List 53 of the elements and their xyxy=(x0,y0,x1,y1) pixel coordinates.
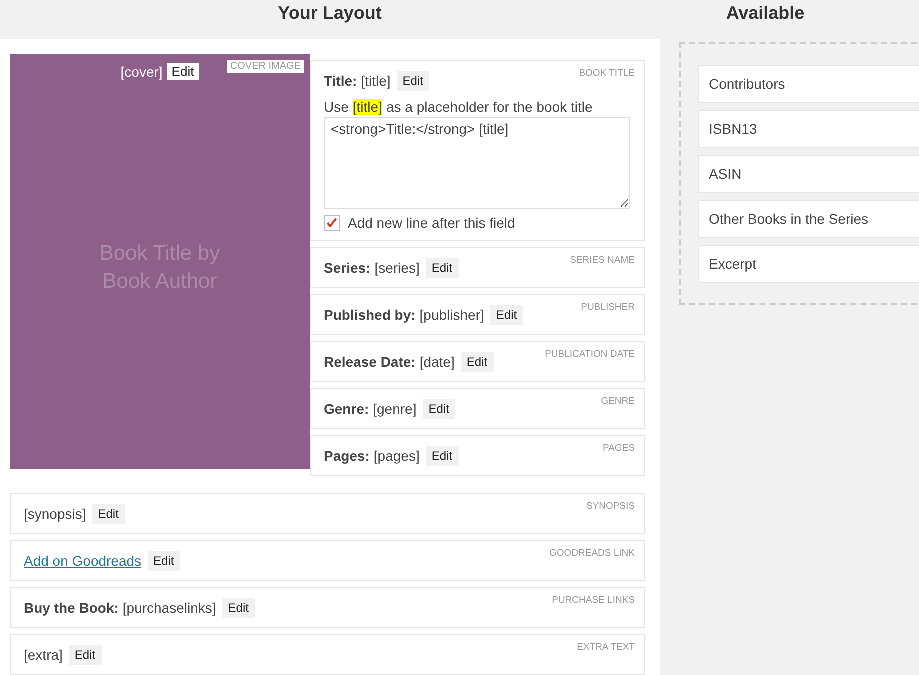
checkbox[interactable] xyxy=(324,215,340,231)
edit-button[interactable]: Edit xyxy=(426,446,459,466)
field-shortcode: [purchaselinks] xyxy=(122,600,216,616)
field-type-label: SYNOPSIS xyxy=(586,501,635,512)
field-type-label: PURCHASE LINKS xyxy=(552,595,635,606)
field-label: Published by: xyxy=(324,307,416,323)
field-shortcode: [date] xyxy=(420,354,455,370)
available-field[interactable]: Contributors xyxy=(698,65,919,103)
field-label: Buy the Book: xyxy=(24,600,119,616)
field-type-label: PUBLICATION DATE xyxy=(545,349,635,360)
edit-button[interactable]: Edit xyxy=(460,352,494,372)
field-type-label: BOOK TITLE xyxy=(579,68,635,79)
field-shortcode: [title] xyxy=(361,73,391,89)
field-shortcode: [extra] xyxy=(24,647,63,663)
checkbox-label: Add new line after this field xyxy=(348,215,516,231)
field-type-label: GENRE xyxy=(601,396,635,407)
available-field[interactable]: ASIN xyxy=(698,155,919,193)
section-heading: Your Layout xyxy=(277,2,383,25)
highlighted-shortcode: [title] xyxy=(352,99,382,115)
field-label: Title: xyxy=(324,73,358,89)
field-shortcode: [genre] xyxy=(373,401,417,417)
field-type-label: GOODREADS LINK xyxy=(549,548,635,559)
field-shortcode: [pages] xyxy=(374,448,420,464)
field-type-label: EXTRA TEXT xyxy=(577,642,635,653)
edit-button[interactable]: Edit xyxy=(68,645,102,665)
field-shortcode: [synopsis] xyxy=(24,506,86,522)
help-text: as a placeholder for the book title xyxy=(386,99,593,115)
edit-button[interactable]: Edit xyxy=(166,63,200,80)
edit-button[interactable]: Edit xyxy=(148,551,180,571)
field-type-label: PUBLISHER xyxy=(581,302,635,313)
goodreads-link[interactable]: Add on Goodreads xyxy=(24,553,142,569)
field-label: Genre: xyxy=(324,401,370,417)
edit-button[interactable]: Edit xyxy=(222,598,255,618)
available-field[interactable]: Other Books in the Series xyxy=(698,200,919,238)
edit-button[interactable]: Edit xyxy=(422,399,456,419)
field-label: Pages: xyxy=(324,448,370,464)
section-heading: Available xyxy=(725,2,806,25)
edit-button[interactable]: Edit xyxy=(490,305,524,325)
field-shortcode: [publisher] xyxy=(420,307,484,323)
available-field[interactable]: Excerpt xyxy=(698,245,919,283)
field-type-label: COVER IMAGE xyxy=(227,60,304,73)
help-text: Use xyxy=(324,99,349,115)
template-field[interactable]: <strong>Title:</strong> [title] xyxy=(324,117,630,209)
field-shortcode: [cover] xyxy=(120,64,163,80)
edit-button[interactable]: Edit xyxy=(396,71,430,91)
edit-button[interactable]: Edit xyxy=(92,504,125,524)
edit-button[interactable]: Edit xyxy=(426,258,459,278)
field-type-label: SERIES NAME xyxy=(570,255,635,266)
field-label: Release Date: xyxy=(324,354,416,370)
field-type-label: PAGES xyxy=(602,443,635,454)
field-label: Series: xyxy=(324,260,371,276)
available-field[interactable]: ISBN13 xyxy=(698,110,919,148)
field-shortcode: [series] xyxy=(374,260,420,276)
